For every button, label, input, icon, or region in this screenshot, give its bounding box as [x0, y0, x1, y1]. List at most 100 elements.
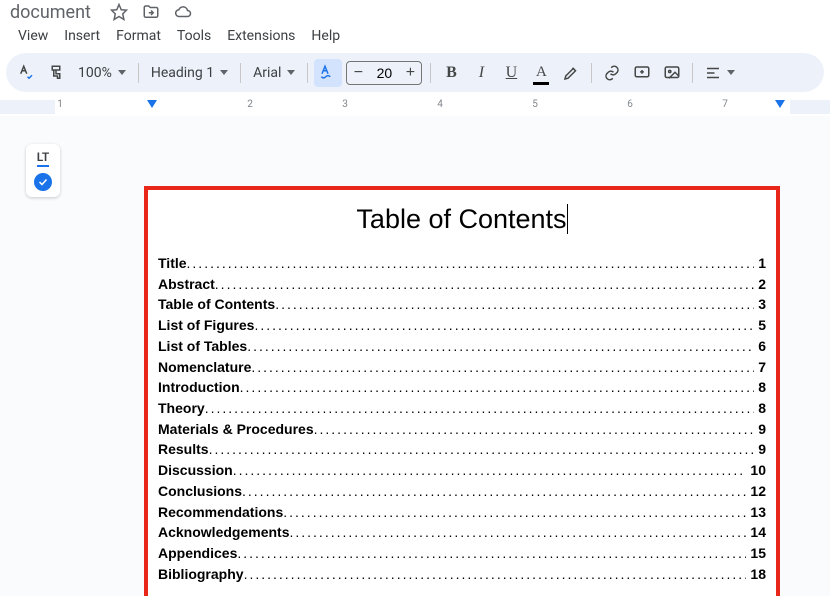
toc-row[interactable]: Table of Contents.......................…	[158, 294, 766, 315]
bold-button[interactable]: B	[437, 59, 465, 87]
paragraph-style-dropdown[interactable]: Heading 1	[145, 59, 234, 87]
toc-page-number: 8	[754, 398, 766, 419]
toc-leader-dots: ........................................…	[247, 336, 754, 357]
text-color-button[interactable]: A	[527, 59, 555, 87]
highlight-icon[interactable]	[557, 59, 585, 87]
toc-row[interactable]: Results.................................…	[158, 439, 766, 460]
accessibility-badge[interactable]: LT	[26, 144, 60, 197]
toc-row[interactable]: List of Tables..........................…	[158, 336, 766, 357]
toc-row[interactable]: Bibliography............................…	[158, 564, 766, 585]
page-title: Table of Contents	[158, 204, 766, 235]
toc-page-number: 9	[754, 419, 766, 440]
font-dropdown[interactable]: Arial	[247, 59, 301, 87]
toc-row[interactable]: Introduction............................…	[158, 377, 766, 398]
toc-row[interactable]: Recommendations.........................…	[158, 502, 766, 523]
toc-row[interactable]: Conclusions.............................…	[158, 481, 766, 502]
right-indent-marker-icon[interactable]	[775, 100, 785, 108]
doc-title[interactable]: document	[10, 2, 91, 23]
paint-format-icon[interactable]	[42, 59, 70, 87]
menu-help[interactable]: Help	[303, 26, 348, 46]
menu-insert[interactable]: Insert	[56, 26, 108, 46]
toc-page-number: 13	[746, 502, 766, 523]
ruler-tick: 3	[342, 99, 348, 110]
font-size-input[interactable]	[369, 65, 399, 81]
chevron-down-icon	[220, 70, 228, 75]
separator	[307, 63, 308, 83]
chevron-down-icon	[118, 70, 126, 75]
toc-row[interactable]: Appendices..............................…	[158, 543, 766, 564]
toc-leader-dots: ........................................…	[187, 253, 755, 274]
toc-row[interactable]: Acknowledgements........................…	[158, 522, 766, 543]
separator	[692, 63, 693, 83]
insert-link-icon[interactable]	[598, 59, 626, 87]
menu-bar: View Insert Format Tools Extensions Help	[0, 24, 830, 48]
menu-format[interactable]: Format	[108, 26, 169, 46]
toc-leader-dots: ........................................…	[314, 419, 755, 440]
font-size-decrease[interactable]: −	[347, 61, 369, 85]
toc-label: Theory	[158, 398, 205, 419]
cloud-status-icon[interactable]	[173, 2, 193, 22]
toc-row[interactable]: Abstract................................…	[158, 274, 766, 295]
menu-extensions[interactable]: Extensions	[219, 26, 303, 46]
toc-page-number: 8	[754, 377, 766, 398]
badge-letters: LT	[37, 150, 49, 167]
toc-leader-dots: ........................................…	[205, 398, 755, 419]
toc-row[interactable]: Title...................................…	[158, 253, 766, 274]
toc-row[interactable]: Discussion..............................…	[158, 460, 766, 481]
toc-label: List of Tables	[158, 336, 247, 357]
edit-mode-icon[interactable]	[314, 59, 342, 87]
title-bar: document	[0, 0, 830, 24]
toc-page-number: 10	[746, 460, 766, 481]
font-size-increase[interactable]: +	[399, 61, 421, 85]
separator	[430, 63, 431, 83]
toc-list: Title...................................…	[158, 253, 766, 585]
menu-view[interactable]: View	[10, 26, 56, 46]
toc-leader-dots: ........................................…	[251, 357, 754, 378]
move-folder-icon[interactable]	[141, 2, 161, 22]
chevron-down-icon[interactable]	[727, 70, 735, 75]
toc-row[interactable]: Nomenclature............................…	[158, 357, 766, 378]
toc-page-number: 7	[754, 357, 766, 378]
toc-page-number: 5	[754, 315, 766, 336]
ruler-tick: 2	[247, 99, 253, 110]
toc-leader-dots: ........................................…	[275, 294, 754, 315]
spellcheck-icon[interactable]	[12, 59, 40, 87]
toc-label: Table of Contents	[158, 294, 275, 315]
star-icon[interactable]	[109, 2, 129, 22]
toc-leader-dots: ........................................…	[215, 274, 754, 295]
toc-label: Title	[158, 253, 187, 274]
toc-page-number: 1	[754, 253, 766, 274]
toc-page-number: 18	[746, 564, 766, 585]
toc-label: Appendices	[158, 543, 237, 564]
underline-button[interactable]: U	[497, 59, 525, 87]
toc-label: List of Figures	[158, 315, 254, 336]
indent-marker-icon[interactable]	[147, 100, 157, 108]
font-size-box: − +	[346, 61, 422, 85]
zoom-value: 100%	[78, 65, 112, 81]
toc-row[interactable]: List of Figures.........................…	[158, 315, 766, 336]
separator	[138, 63, 139, 83]
align-icon[interactable]	[699, 59, 727, 87]
separator	[240, 63, 241, 83]
toc-page-number: 15	[746, 543, 766, 564]
ruler[interactable]: 1 2 3 4 5 6 7	[0, 96, 830, 116]
separator	[591, 63, 592, 83]
menu-tools[interactable]: Tools	[169, 26, 219, 46]
toc-label: Materials & Procedures	[158, 419, 314, 440]
zoom-dropdown[interactable]: 100%	[72, 59, 132, 87]
toc-leader-dots: ........................................…	[289, 522, 746, 543]
toc-leader-dots: ........................................…	[254, 315, 754, 336]
toolbar: 100% Heading 1 Arial − + B I U A	[6, 52, 824, 92]
toc-leader-dots: ........................................…	[209, 439, 755, 460]
toc-row[interactable]: Theory..................................…	[158, 398, 766, 419]
page[interactable]: Table of Contents Title.................…	[144, 186, 780, 596]
italic-button[interactable]: I	[467, 59, 495, 87]
insert-image-icon[interactable]	[658, 59, 686, 87]
font-value: Arial	[253, 65, 281, 81]
check-icon	[34, 173, 52, 191]
toc-label: Results	[158, 439, 209, 460]
add-comment-icon[interactable]	[628, 59, 656, 87]
toc-row[interactable]: Materials & Procedures..................…	[158, 419, 766, 440]
ruler-tick: 1	[57, 99, 63, 110]
toc-label: Introduction	[158, 377, 240, 398]
